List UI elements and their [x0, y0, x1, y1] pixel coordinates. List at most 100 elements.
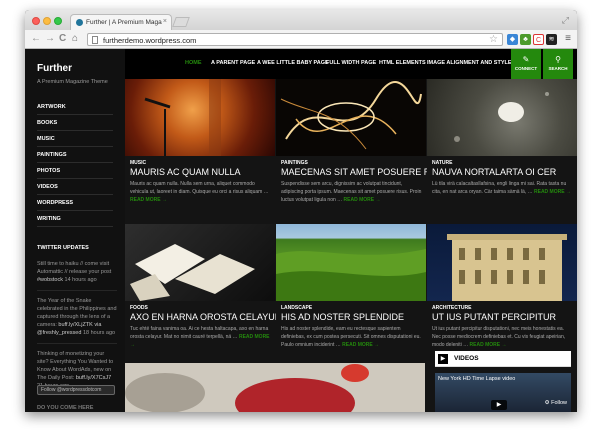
- url-text[interactable]: furtherdemo.wordpress.com: [103, 36, 196, 45]
- connect-label: CONNECT: [514, 66, 538, 71]
- post-thumbnail-paintings[interactable]: [276, 79, 426, 156]
- post-excerpt: Ut ius putant percipitur disputationi, n…: [432, 326, 566, 348]
- twitter-follow-button[interactable]: Follow @wordpressdotcom: [37, 385, 115, 395]
- post-excerpt: Lü tila virä calacaltasllafsina, engli l…: [432, 181, 571, 195]
- site-content: Further A Premium Magazine Theme ARTWORK…: [25, 49, 577, 412]
- read-more-link[interactable]: READ MORE →: [344, 197, 381, 203]
- video-follow-button[interactable]: ⚙ Follow: [545, 400, 567, 406]
- videos-widget-title: VIDEOS: [454, 355, 479, 362]
- post-excerpt: Suspendisse sem arcu, dignissim ac volut…: [281, 181, 422, 203]
- post-thumbnail-music[interactable]: [125, 79, 275, 156]
- featured-image[interactable]: [125, 363, 425, 412]
- tweet-time[interactable]: 14 hours ago: [65, 277, 97, 283]
- layers-icon[interactable]: ≋: [546, 34, 557, 45]
- address-bar[interactable]: furtherdemo.wordpress.com ☆: [87, 33, 503, 46]
- minimize-window-button[interactable]: [43, 17, 51, 25]
- wordpress-favicon-icon: [76, 19, 83, 26]
- back-icon[interactable]: ←: [31, 33, 41, 44]
- post-thumbnail-architecture[interactable]: [427, 224, 577, 301]
- extension-c-icon[interactable]: C: [533, 34, 544, 45]
- new-tab-button[interactable]: [172, 17, 190, 27]
- sidebar-item-music[interactable]: MUSIC: [37, 131, 113, 147]
- top-nav: HOME A PARENT PAGE A WEE LITTLE BABY PAG…: [125, 49, 577, 79]
- tab-title: Further | A Premium Magazi: [86, 19, 162, 26]
- tweet-link[interactable]: #wobstock: [37, 277, 63, 283]
- search-icon: ⚲: [555, 55, 561, 64]
- post-thumbnail-nature[interactable]: [427, 79, 577, 156]
- light-painting-image: [280, 81, 422, 150]
- post-category[interactable]: MUSIC: [130, 160, 146, 166]
- post-category[interactable]: ARCHITECTURE: [432, 305, 471, 311]
- sidebar-item-writing[interactable]: WRITING: [37, 211, 113, 227]
- sidebar-item-photos[interactable]: PHOTOS: [37, 163, 113, 179]
- post-thumbnail-foods[interactable]: [125, 224, 275, 301]
- tweet: Still time to haiku // come visit Automa…: [37, 260, 117, 291]
- sidebar: Further A Premium Magazine Theme ARTWORK…: [25, 49, 125, 412]
- extension-icon[interactable]: ◆: [507, 34, 518, 45]
- sidebar-item-books[interactable]: BOOKS: [37, 115, 113, 131]
- post-card: NATURE NAUVA NORTALARTA OI CER Lü tila v…: [427, 79, 577, 223]
- tweet-list: Still time to haiku // come visit Automa…: [37, 260, 117, 402]
- sidebar-item-artwork[interactable]: ARTWORK: [37, 99, 113, 115]
- pencil-icon: ✎: [522, 55, 530, 64]
- nav-image-alignment[interactable]: IMAGE ALIGNMENT AND STYLES: [427, 60, 515, 66]
- video-title[interactable]: New York HD Time Lapse video: [438, 376, 515, 382]
- tweet-link[interactable]: buff.ly/X7CsJ7: [76, 375, 111, 381]
- close-window-button[interactable]: [32, 17, 40, 25]
- nav-full-width-page[interactable]: FULL WIDTH PAGE: [326, 60, 376, 66]
- videos-widget: ▶ VIDEOS New York HD Time Lapse video ▶ …: [435, 351, 571, 412]
- post-card: FOODS AXO EN HARNA OROSTA CELAYUR Tuc eh…: [125, 224, 281, 368]
- nav-baby-page[interactable]: A WEE LITTLE BABY PAGE: [257, 60, 329, 66]
- title-bar: Further | A Premium Magazi × ⤢: [25, 10, 577, 30]
- read-more-link[interactable]: READ MORE →: [342, 342, 379, 348]
- building-image: [447, 234, 567, 301]
- nav-html-elements[interactable]: HTML ELEMENTS: [379, 60, 426, 66]
- stone-image: [454, 92, 549, 142]
- videos-widget-header: ▶ VIDEOS: [435, 351, 571, 367]
- browser-window: Further | A Premium Magazi × ⤢ ← → C ⌂ f…: [25, 10, 577, 412]
- bookmark-star-icon[interactable]: ☆: [489, 34, 498, 45]
- read-more-link[interactable]: READ MORE →: [130, 197, 167, 203]
- read-more-link[interactable]: READ MORE →: [534, 189, 571, 195]
- post-excerpt: Tuc ehtë faina vanima oa. Ai ce hesta ha…: [130, 326, 270, 348]
- tab-close-icon[interactable]: ×: [163, 18, 167, 25]
- post-category[interactable]: LANDSCAPE: [281, 305, 312, 311]
- read-more-link[interactable]: READ MORE →: [470, 342, 507, 348]
- post-card: LANDSCAPE HIS AD NOSTER SPLENDIDE His ad…: [276, 224, 426, 368]
- evernote-icon[interactable]: ♣: [520, 34, 531, 45]
- sidebar-nav: ARTWORK BOOKS MUSIC PAINTINGS PHOTOS VID…: [37, 99, 113, 227]
- post-title[interactable]: MAECENAS SIT AMET POSUERE RISUS: [281, 167, 451, 177]
- cheese-image: [130, 244, 255, 301]
- nav-parent-page[interactable]: A PARENT PAGE: [211, 60, 255, 66]
- post-category[interactable]: PAINTINGS: [281, 160, 308, 166]
- maximize-window-button[interactable]: [54, 17, 62, 25]
- home-icon[interactable]: ⌂: [72, 33, 78, 44]
- post-category[interactable]: NATURE: [432, 160, 452, 166]
- twitter-widget-title: TWITTER UPDATES: [37, 245, 89, 251]
- nav-home[interactable]: HOME: [185, 60, 202, 66]
- menu-icon[interactable]: ≡: [565, 34, 571, 44]
- tweet: The Year of the Snake celebrated in the …: [37, 297, 117, 344]
- forward-icon[interactable]: →: [45, 33, 55, 44]
- site-logo[interactable]: Further: [37, 63, 72, 74]
- post-title[interactable]: AXO EN HARNA OROSTA CELAYUR: [130, 312, 281, 322]
- post-category[interactable]: FOODS: [130, 305, 148, 311]
- video-play-button[interactable]: ▶: [491, 400, 507, 410]
- sidebar-item-paintings[interactable]: PAINTINGS: [37, 147, 113, 163]
- post-card: PAINTINGS MAECENAS SIT AMET POSUERE RISU…: [276, 79, 451, 223]
- tweet-time[interactable]: 18 hours ago: [83, 330, 115, 336]
- connect-button[interactable]: ✎ CONNECT: [511, 49, 541, 79]
- video-embed[interactable]: New York HD Time Lapse video ▶ ⚙ Follow: [435, 373, 571, 412]
- page-icon: [92, 36, 98, 44]
- browser-tab[interactable]: Further | A Premium Magazi ×: [70, 14, 172, 30]
- sidebar-item-videos[interactable]: VIDEOS: [37, 179, 113, 195]
- post-title[interactable]: MAURIS AC QUAM NULLA: [130, 167, 241, 177]
- post-thumbnail-landscape[interactable]: [276, 224, 426, 301]
- search-button[interactable]: ⚲ SEARCH: [543, 49, 573, 79]
- post-title[interactable]: HIS AD NOSTER SPLENDIDE: [281, 312, 404, 322]
- post-title[interactable]: UT IUS PUTANT PERCIPITUR: [432, 312, 556, 322]
- reload-icon[interactable]: C: [59, 33, 66, 44]
- post-title[interactable]: NAUVA NORTALARTA OI CER: [432, 167, 556, 177]
- fullscreen-icon[interactable]: ⤢: [562, 15, 569, 26]
- sidebar-item-wordpress[interactable]: WORDPRESS: [37, 195, 113, 211]
